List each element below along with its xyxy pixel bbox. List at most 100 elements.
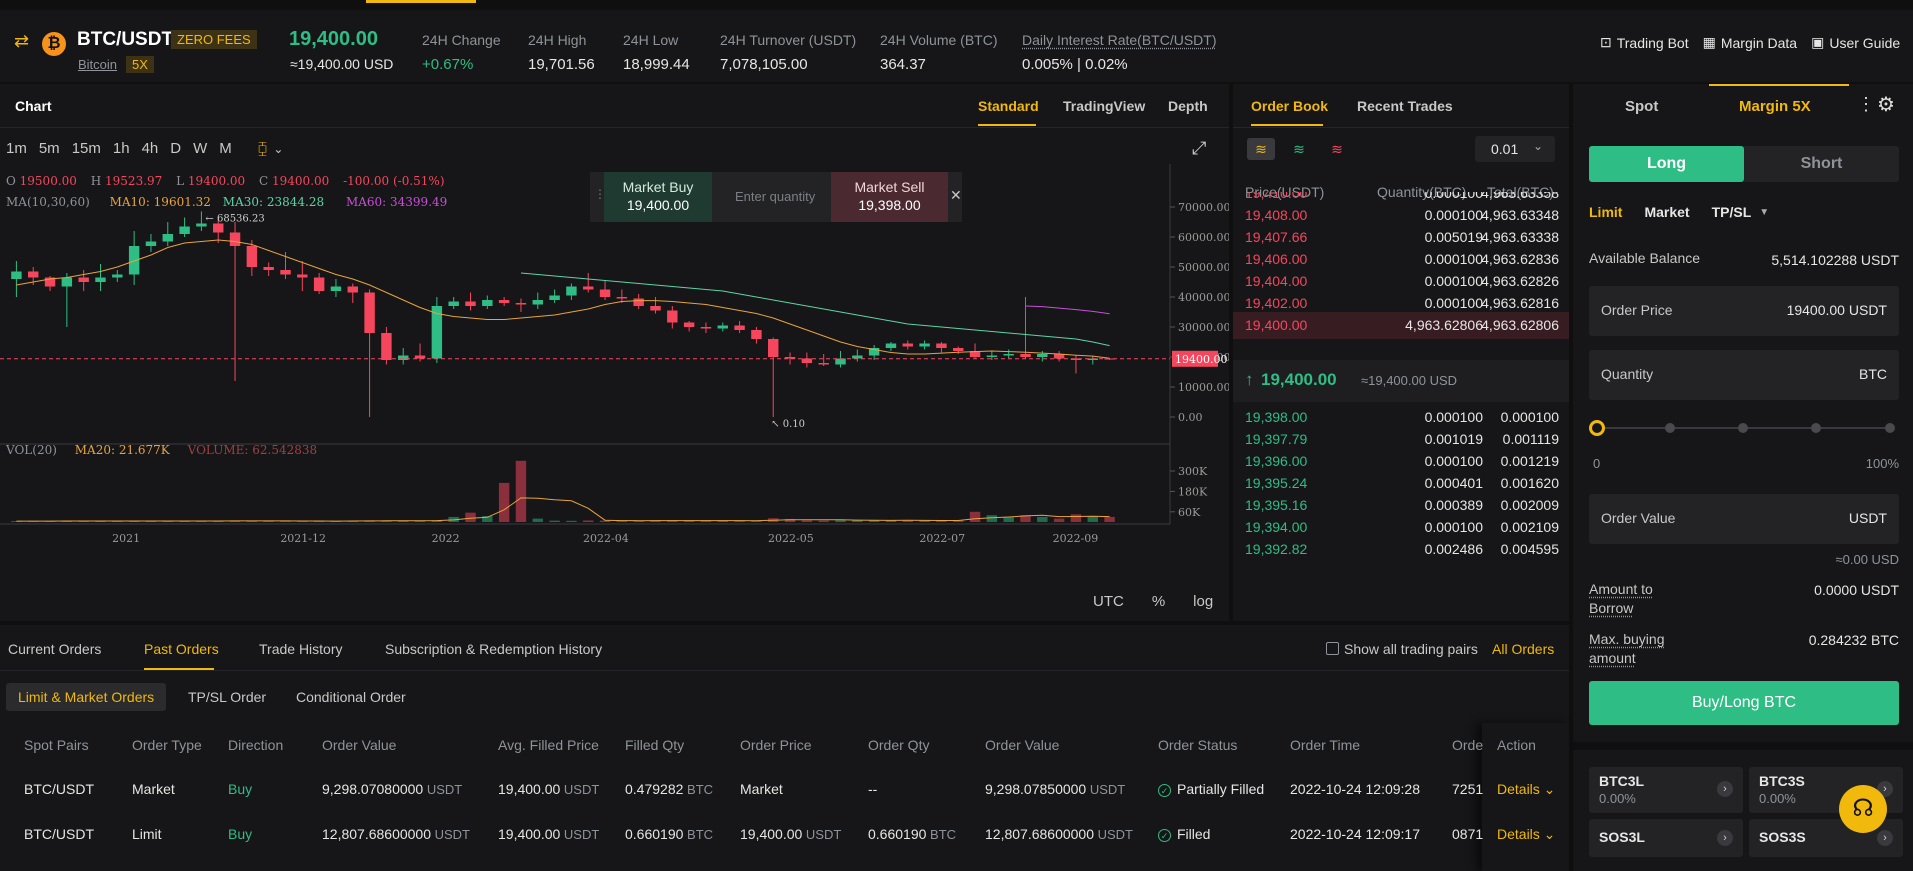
order-price-number: 19400.00 bbox=[1786, 302, 1845, 318]
timeframe-w[interactable]: W bbox=[193, 140, 207, 157]
candlestick-chart[interactable]: 70000.00 60000.00 50000.00 40000.00 30000.00… bbox=[0, 164, 1229, 584]
ob-price: 19,398.00 bbox=[1245, 409, 1308, 425]
slider-step-75[interactable] bbox=[1811, 423, 1821, 433]
margin-data-link[interactable]: Margin Data bbox=[1721, 35, 1797, 51]
mid-price-row: ↑ 19,400.00 ≈19,400.00 USD bbox=[1233, 360, 1569, 402]
more-icon[interactable]: ⋮ bbox=[1857, 94, 1875, 115]
ob-total: 4,963.63338 bbox=[1481, 229, 1559, 245]
timeframe-d[interactable]: D bbox=[170, 140, 181, 157]
long-button[interactable]: Long bbox=[1589, 146, 1744, 182]
ob-total: 0.001620 bbox=[1500, 475, 1559, 491]
gear-icon[interactable]: ⚙ bbox=[1877, 92, 1895, 117]
etf-card-btc3l[interactable]: BTC3L 0.00% › bbox=[1589, 767, 1743, 813]
quantity-slider[interactable] bbox=[1589, 418, 1899, 438]
support-headset-icon[interactable]: ☊ bbox=[1839, 785, 1887, 833]
ob-quantity: 0.002486 bbox=[1424, 541, 1483, 557]
all-orders-link[interactable]: All Orders bbox=[1492, 641, 1554, 657]
ob-price: 19,407.66 bbox=[1245, 229, 1308, 245]
x-tick-label: 2021 bbox=[112, 532, 140, 545]
ob-quantity: 0.000401 bbox=[1424, 475, 1483, 491]
timeframe-1m[interactable]: 1m bbox=[6, 140, 27, 157]
order-value-input[interactable]: Order Value USDT bbox=[1589, 494, 1899, 544]
stat-label: 24H High bbox=[528, 32, 587, 48]
tab-depth[interactable]: Depth bbox=[1168, 98, 1208, 114]
tab-subscription-history[interactable]: Subscription & Redemption History bbox=[385, 641, 602, 657]
trading-bot-link[interactable]: Trading Bot bbox=[1617, 35, 1689, 51]
order-price-input[interactable]: Order Price 19400.00 USDT bbox=[1589, 286, 1899, 336]
tab-standard[interactable]: Standard bbox=[978, 98, 1039, 114]
tab-order-book[interactable]: Order Book bbox=[1251, 98, 1328, 114]
slider-step-100[interactable] bbox=[1885, 423, 1895, 433]
show-all-label[interactable]: Show all trading pairs bbox=[1344, 641, 1478, 657]
cell-order-id: 0871 bbox=[1452, 826, 1484, 842]
subtab-limit-market[interactable]: Limit & Market Orders bbox=[6, 683, 167, 711]
subtab-tpsl[interactable]: TP/SL Order bbox=[188, 689, 266, 705]
tab-spot[interactable]: Spot bbox=[1625, 98, 1658, 115]
volume-bar bbox=[801, 520, 813, 522]
candle-body bbox=[313, 277, 325, 291]
candle-body bbox=[381, 333, 392, 360]
long-short-toggle: Long Short bbox=[1589, 146, 1899, 182]
zero-fees-badge: ZERO FEES bbox=[171, 30, 257, 49]
coin-name-link[interactable]: Bitcoin bbox=[78, 57, 117, 72]
show-all-checkbox[interactable] bbox=[1326, 642, 1339, 655]
bid-row[interactable]: 19,392.82 0.002486 0.004595 bbox=[1233, 536, 1569, 563]
pair-title[interactable]: BTC/USDT bbox=[77, 29, 173, 51]
fullscreen-icon[interactable]: ⤢ bbox=[1192, 138, 1206, 159]
asks-only-icon[interactable]: ≋ bbox=[1323, 138, 1351, 160]
stat-daily-interest[interactable]: Daily Interest Rate(BTC/USDT) 0.005% | 0.… bbox=[1022, 32, 1216, 73]
timeframe-m[interactable]: M bbox=[219, 140, 232, 157]
check-circle-icon: ✓ bbox=[1158, 829, 1171, 842]
ob-quantity: 0.000100 bbox=[1424, 519, 1483, 535]
order-type-tpsl[interactable]: TP/SL bbox=[1712, 204, 1752, 220]
chevron-right-icon: › bbox=[1717, 781, 1733, 797]
candle-body bbox=[128, 246, 140, 275]
etf-card-sos3l[interactable]: SOS3L › bbox=[1589, 819, 1743, 857]
ask-row[interactable]: 19,400.00 4,963.62806 4,963.62806 bbox=[1233, 312, 1569, 339]
caret-down-icon[interactable]: ▼ bbox=[1759, 207, 1769, 218]
market-sell-button[interactable]: Market Sell 19,398.00 bbox=[831, 172, 948, 222]
candle-type-icon[interactable]: ⧮ bbox=[258, 140, 268, 157]
chevron-down-icon[interactable]: ⌄ bbox=[273, 142, 283, 156]
borrow-label-line1: Amount to bbox=[1589, 581, 1653, 597]
tab-recent-trades[interactable]: Recent Trades bbox=[1357, 98, 1453, 114]
precision-select[interactable]: 0.01 ⌄ bbox=[1475, 136, 1555, 162]
details-button[interactable]: Details ⌄ bbox=[1497, 781, 1555, 798]
tab-past-orders[interactable]: Past Orders bbox=[144, 641, 219, 657]
slider-step-50[interactable] bbox=[1738, 423, 1748, 433]
tab-margin[interactable]: Margin 5X bbox=[1739, 98, 1811, 115]
user-guide-link[interactable]: User Guide bbox=[1829, 35, 1900, 51]
log-toggle[interactable]: log bbox=[1193, 593, 1213, 610]
tab-tradingview[interactable]: TradingView bbox=[1063, 98, 1145, 114]
ob-total: 4,963.62826 bbox=[1481, 273, 1559, 289]
timeframe-1h[interactable]: 1h bbox=[113, 140, 130, 157]
bids-only-icon[interactable]: ≋ bbox=[1285, 138, 1313, 160]
slider-step-25[interactable] bbox=[1665, 423, 1675, 433]
chart-header: Chart Standard TradingView Depth bbox=[0, 84, 1229, 128]
slider-thumb[interactable] bbox=[1589, 420, 1605, 436]
close-icon[interactable]: ✕ bbox=[950, 187, 962, 204]
volume-bar bbox=[532, 518, 543, 522]
timeframe-15m[interactable]: 15m bbox=[72, 140, 101, 157]
short-button[interactable]: Short bbox=[1744, 146, 1899, 182]
market-buy-button[interactable]: Market Buy 19,400.00 bbox=[604, 172, 712, 222]
volume-legend: VOL(20) MA20: 21.677K VOLUME: 62.542838 bbox=[6, 443, 317, 457]
order-type-market[interactable]: Market bbox=[1644, 204, 1689, 220]
cell-order-qty: -- bbox=[868, 781, 878, 797]
swap-icon[interactable]: ⇄ bbox=[14, 31, 29, 52]
both-sides-icon[interactable]: ≋ bbox=[1247, 138, 1275, 160]
percent-toggle[interactable]: % bbox=[1152, 593, 1165, 610]
order-type-limit[interactable]: Limit bbox=[1589, 204, 1622, 220]
buy-long-button[interactable]: Buy/Long BTC bbox=[1589, 681, 1899, 725]
timeframe-4h[interactable]: 4h bbox=[142, 140, 159, 157]
details-button[interactable]: Details ⌄ bbox=[1497, 826, 1555, 843]
ob-quantity: 0.000100 bbox=[1424, 251, 1483, 267]
utc-toggle[interactable]: UTC bbox=[1093, 593, 1124, 610]
stat-value: 0.005% | 0.02% bbox=[1022, 56, 1128, 73]
quantity-input[interactable]: Quantity BTC bbox=[1589, 350, 1899, 400]
tab-current-orders[interactable]: Current Orders bbox=[8, 641, 101, 657]
timeframe-5m[interactable]: 5m bbox=[39, 140, 60, 157]
subtab-conditional[interactable]: Conditional Order bbox=[296, 689, 406, 705]
tab-trade-history[interactable]: Trade History bbox=[259, 641, 343, 657]
quick-quantity-input[interactable]: Enter quantity bbox=[735, 189, 815, 204]
